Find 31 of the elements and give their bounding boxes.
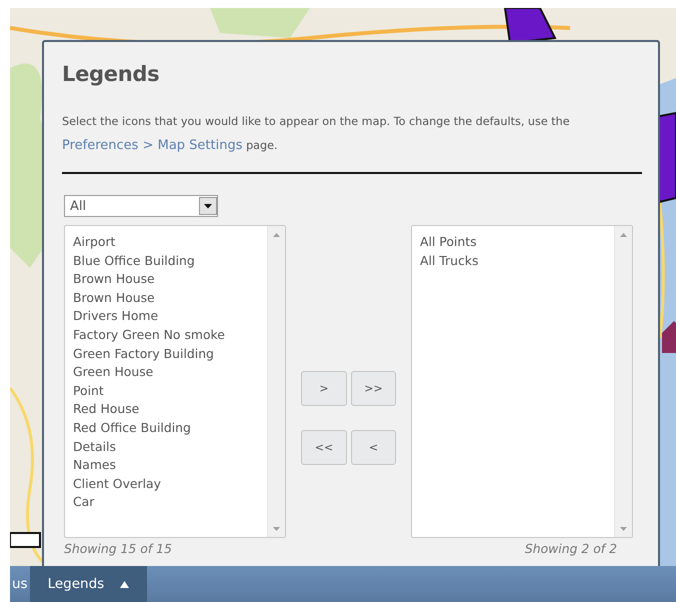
list-item[interactable]: Brown House <box>73 270 259 289</box>
list-item[interactable]: Red House <box>73 400 259 419</box>
list-item[interactable]: Blue Office Building <box>73 252 259 270</box>
move-button[interactable]: << <box>301 430 347 465</box>
list-item[interactable]: Details <box>73 438 259 456</box>
list-item[interactable]: Red Office Building <box>73 418 259 438</box>
list-item[interactable]: Client Overlay <box>73 474 259 494</box>
list-item[interactable]: Airport <box>73 233 259 252</box>
list-box[interactable]: All Points All Trucks <box>411 225 633 538</box>
list-item[interactable]: All Trucks <box>420 252 606 270</box>
dialog-description: Select the icons that you would like to appear on the map. To change the defaults, use the Preferences > Map Settings page. <box>62 114 571 155</box>
list-item[interactable]: Names <box>73 456 259 475</box>
list-count: Showing 2 of 2 <box>524 541 617 556</box>
list-item[interactable]: Point <box>73 382 259 400</box>
list-item[interactable]: Factory Green No smoke <box>73 326 259 345</box>
list-item[interactable]: Car <box>73 493 259 512</box>
preferences-link[interactable]: Preferences > Map Settings <box>62 138 243 153</box>
list-box[interactable]: Airport Blue Office Building Brown House Brown House Drivers Home Factory Green No smoke Green Factory Building Green House Point Red House Red Office Building Details Names Client Overlay Car <box>64 225 286 538</box>
dialog-title: Legends <box>62 62 160 86</box>
move-button[interactable]: < <box>351 430 396 465</box>
taskbar-tab[interactable]: Legends <box>30 566 148 602</box>
move-button[interactable]: >> <box>351 371 396 406</box>
list-count: Showing 15 of 15 <box>64 541 173 556</box>
taskbar-tab[interactable]: us <box>10 566 30 602</box>
list-item[interactable]: Green House <box>73 363 259 382</box>
filter-dropdown[interactable]: All <box>64 195 218 217</box>
list-item[interactable]: All Points <box>420 233 606 252</box>
list-item[interactable]: Green Factory Building <box>73 344 259 364</box>
move-button[interactable]: > <box>301 371 347 406</box>
list-item[interactable]: Drivers Home <box>73 307 259 326</box>
list-item[interactable]: Brown House <box>73 288 259 308</box>
